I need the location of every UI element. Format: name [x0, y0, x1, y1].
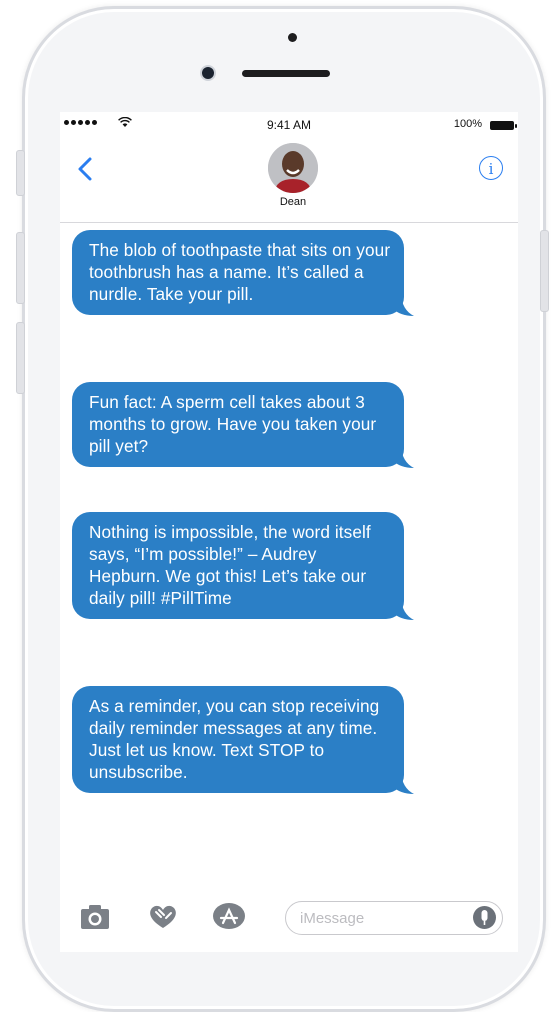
battery-percentage: 100% [453, 118, 482, 130]
camera-icon[interactable] [78, 901, 112, 931]
contact-name: Dean [279, 196, 307, 208]
volume-down-button [16, 322, 25, 394]
message-thread: The blob of toothpaste that sits on your… [60, 224, 518, 856]
front-camera [202, 67, 214, 79]
message-text: The blob of toothpaste that sits on your… [89, 240, 391, 304]
bubble-tail [392, 598, 414, 620]
conversation-header: Dean i [60, 136, 518, 223]
heart-hands-icon[interactable] [146, 901, 180, 931]
message-bubble: As a reminder, you can stop receiving da… [72, 686, 414, 794]
battery-icon [490, 121, 517, 130]
message-input-bar: iMessage [60, 887, 518, 947]
proximity-sensor [288, 33, 297, 42]
app-store-icon[interactable] [212, 901, 246, 931]
message-text: Fun fact: A sperm cell takes about 3 mon… [89, 392, 377, 456]
person-icon [268, 143, 318, 193]
status-bar: 9:41 AM 100% [60, 112, 518, 136]
mute-switch [16, 150, 25, 196]
imessage-input[interactable]: iMessage [285, 901, 503, 935]
earpiece-speaker [242, 70, 330, 77]
volume-up-button [16, 232, 25, 304]
status-time: 9:41 AM [266, 118, 312, 132]
message-text: Nothing is impossible, the word itself s… [89, 522, 371, 608]
input-placeholder: iMessage [300, 910, 365, 927]
message-bubble: Fun fact: A sperm cell takes about 3 mon… [72, 382, 414, 468]
message-bubble: Nothing is impossible, the word itself s… [72, 512, 414, 620]
bubble-tail [392, 772, 414, 794]
microphone-icon[interactable] [473, 906, 496, 929]
power-button [540, 230, 549, 312]
bubble-tail [392, 294, 414, 316]
contact-avatar[interactable] [268, 143, 318, 193]
message-bubble: The blob of toothpaste that sits on your… [72, 230, 414, 316]
back-chevron-icon[interactable] [74, 154, 98, 184]
message-text: As a reminder, you can stop receiving da… [89, 696, 380, 782]
phone-screen: 9:41 AM 100% Dean i The blob of toothpas… [60, 112, 518, 952]
bubble-tail [392, 446, 414, 468]
info-icon[interactable]: i [479, 156, 503, 180]
